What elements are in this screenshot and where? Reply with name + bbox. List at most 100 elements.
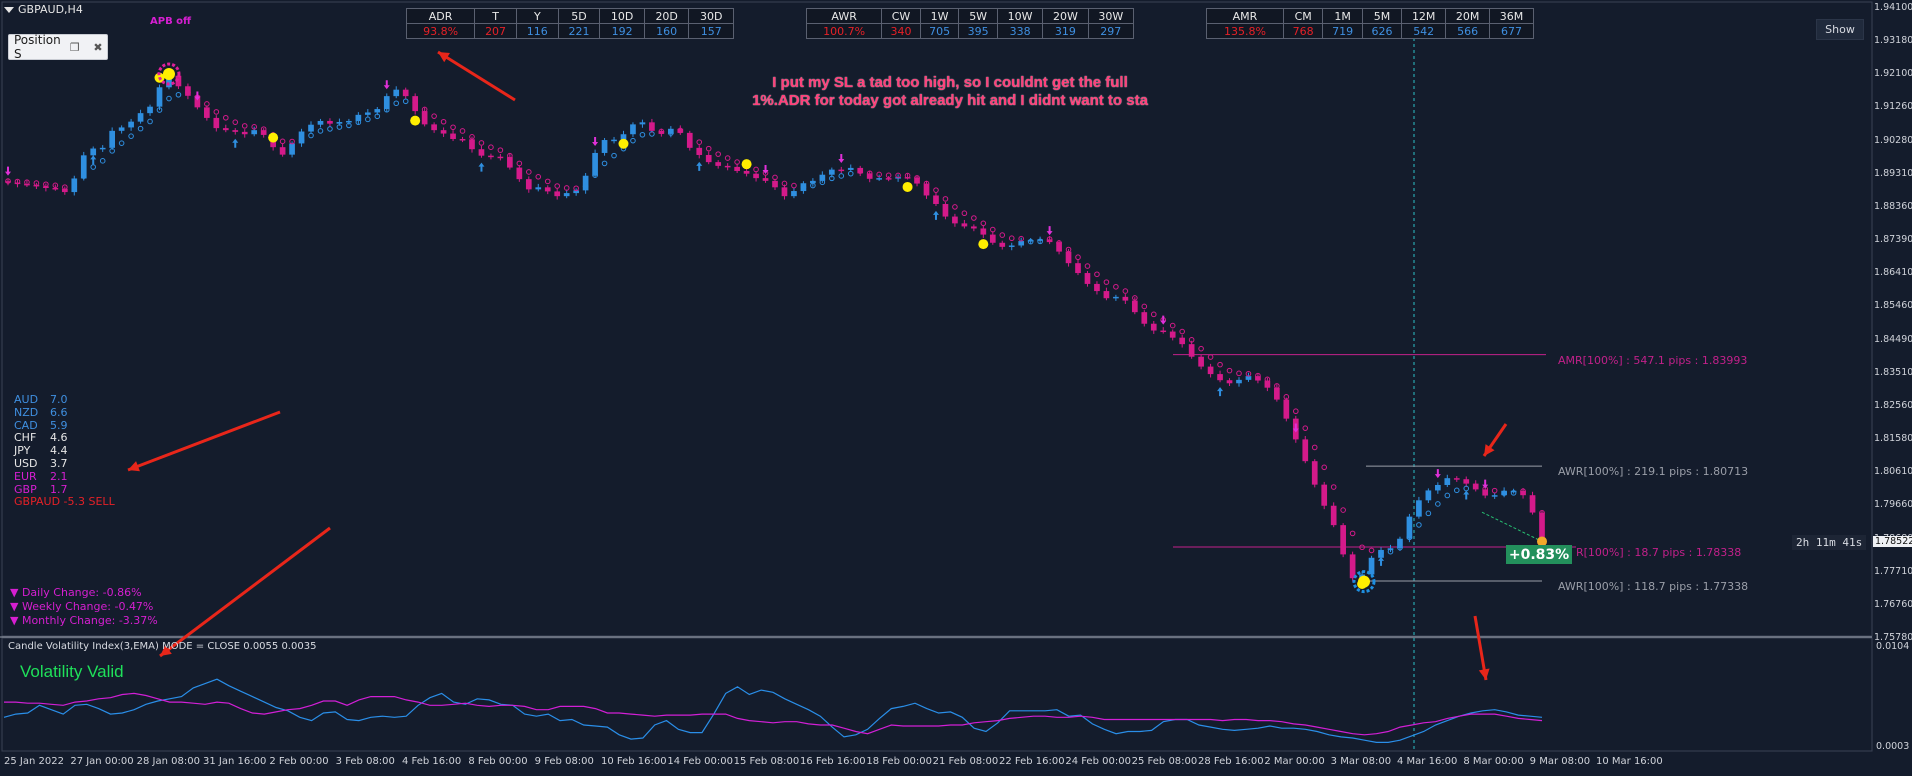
ema-marker: [497, 147, 504, 153]
time-tick-label: 8 Feb 00:00: [468, 756, 528, 767]
price-chart[interactable]: [0, 0, 1912, 776]
ema-marker: [961, 210, 968, 217]
ema-marker: [478, 140, 485, 146]
time-tick-label: 4 Mar 16:00: [1397, 756, 1458, 767]
candle-body: [222, 128, 229, 131]
stat-header-cell: 5W: [958, 8, 998, 24]
stat-header-cell: CM: [1282, 8, 1324, 24]
time-tick-label: 31 Jan 16:00: [203, 756, 267, 767]
time-tick-label: 24 Feb 00:00: [1065, 756, 1131, 767]
price-tick-label: 1.82560: [1874, 399, 1912, 411]
price-tick-label: 1.93180: [1874, 35, 1912, 47]
ema-marker: [1084, 263, 1091, 269]
candle-body: [147, 106, 153, 114]
change-panel: ▼ Daily Change: -0.86% ▼ Weekly Change: …: [10, 586, 158, 628]
ema-marker: [99, 158, 106, 164]
ema-marker: [1368, 547, 1375, 554]
pair-strength: GBPAUD -5.3 SELL: [14, 495, 115, 509]
stat-header-cell: 5D: [557, 8, 601, 24]
candle-body: [952, 216, 958, 224]
candle-body: [440, 130, 447, 134]
ema-marker: [1444, 492, 1451, 499]
time-tick-label: 10 Mar 16:00: [1596, 756, 1663, 767]
stat-value-cell: 157: [688, 23, 734, 39]
annotation-arrow-line: [437, 50, 516, 102]
ema-marker: [1169, 322, 1176, 329]
buy-arrow-icon: [932, 210, 939, 220]
currency-code: EUR: [14, 469, 37, 483]
candle-body: [109, 130, 116, 148]
trade-note-line1: I put my SL a tad too high, so I couldnt…: [772, 74, 1128, 91]
sell-arrow-icon: [5, 166, 11, 176]
candle-body: [743, 170, 750, 174]
symbol-title[interactable]: GBPAUD,H4: [4, 3, 83, 16]
trade-note: I put my SL a tad too high, so I couldnt…: [620, 74, 1280, 110]
price-tick-label: 1.79660: [1874, 499, 1912, 511]
ema-marker: [1226, 367, 1233, 374]
candle-body: [611, 139, 617, 142]
candle-body: [989, 234, 996, 243]
position-panel[interactable]: Position S ❐ ✖: [8, 33, 108, 61]
ema-marker: [705, 145, 712, 152]
currency-strength-panel: AUD 7.0 NZD 6.6 CAD 5.9 CHF 4.6 JPY 4.4 USD 3.7 EUR 2…: [14, 393, 115, 509]
close-icon[interactable]: ✖: [84, 41, 107, 54]
candle-body: [507, 157, 513, 168]
time-tick-label: 25 Jan 2022: [4, 756, 64, 767]
candle-body: [52, 187, 59, 190]
stat-header-cell: Y: [515, 8, 559, 24]
time-tick-label: 27 Jan 00:00: [70, 756, 134, 767]
candle-body: [118, 127, 125, 131]
ema-marker: [563, 185, 570, 191]
ema-marker: [847, 170, 854, 177]
candle-body: [232, 130, 239, 132]
menu-triangle-icon[interactable]: [4, 6, 14, 13]
candle-body: [971, 226, 977, 229]
ema-marker: [317, 128, 324, 134]
ema-marker: [488, 144, 494, 151]
candle-body: [1179, 337, 1186, 345]
candle-body: [544, 187, 551, 192]
candle-body: [308, 124, 314, 132]
stat-header-cell: 1M: [1322, 8, 1363, 24]
stat-value-cell: 338: [996, 23, 1044, 39]
ema-marker: [696, 139, 703, 145]
candle-body: [942, 203, 949, 217]
ema-marker: [791, 182, 797, 189]
price-axis[interactable]: 1.94100 1.93180 1.92100 1.91260 1.90280 1.893…: [1872, 0, 1912, 776]
candle-body: [1453, 478, 1460, 480]
price-tick-label: 1.87390: [1874, 234, 1912, 246]
ema-marker: [971, 215, 977, 221]
ema-marker: [450, 124, 456, 131]
candle-body: [847, 167, 854, 170]
ema-marker: [213, 109, 220, 115]
ema-marker: [459, 128, 466, 134]
price-tick-label: 1.91260: [1874, 101, 1912, 113]
ema-marker: [1311, 444, 1318, 451]
candle-body: [1340, 525, 1346, 555]
candle-body: [431, 124, 437, 131]
candle-body: [639, 122, 646, 125]
restore-icon[interactable]: ❐: [61, 41, 84, 54]
candle-body: [592, 152, 598, 176]
candle-body: [469, 139, 475, 150]
ema-marker: [724, 155, 731, 161]
ema-marker: [1113, 283, 1119, 290]
candle-body: [961, 223, 968, 227]
sell-arrow-icon: [838, 154, 845, 164]
time-tick-label: 2 Mar 00:00: [1264, 756, 1325, 767]
ema-marker: [241, 123, 248, 129]
candle-body: [1084, 273, 1091, 284]
candle-body: [497, 156, 504, 159]
ema-marker: [1453, 487, 1460, 494]
candle-body: [1463, 479, 1470, 484]
show-button[interactable]: Show: [1816, 19, 1864, 40]
stat-value-cell: 297: [1087, 23, 1135, 39]
candle-body: [251, 130, 258, 135]
candle-body: [1236, 379, 1242, 384]
time-tick-label: 21 Feb 08:00: [932, 756, 999, 767]
highlight-star-icon: [1358, 575, 1370, 588]
volatility-line-magenta: [4, 692, 1543, 736]
price-tick-label: 1.89310: [1874, 167, 1912, 179]
signal-star-icon: [902, 181, 913, 192]
currency-strength-row: AUD 7.0: [14, 393, 115, 407]
